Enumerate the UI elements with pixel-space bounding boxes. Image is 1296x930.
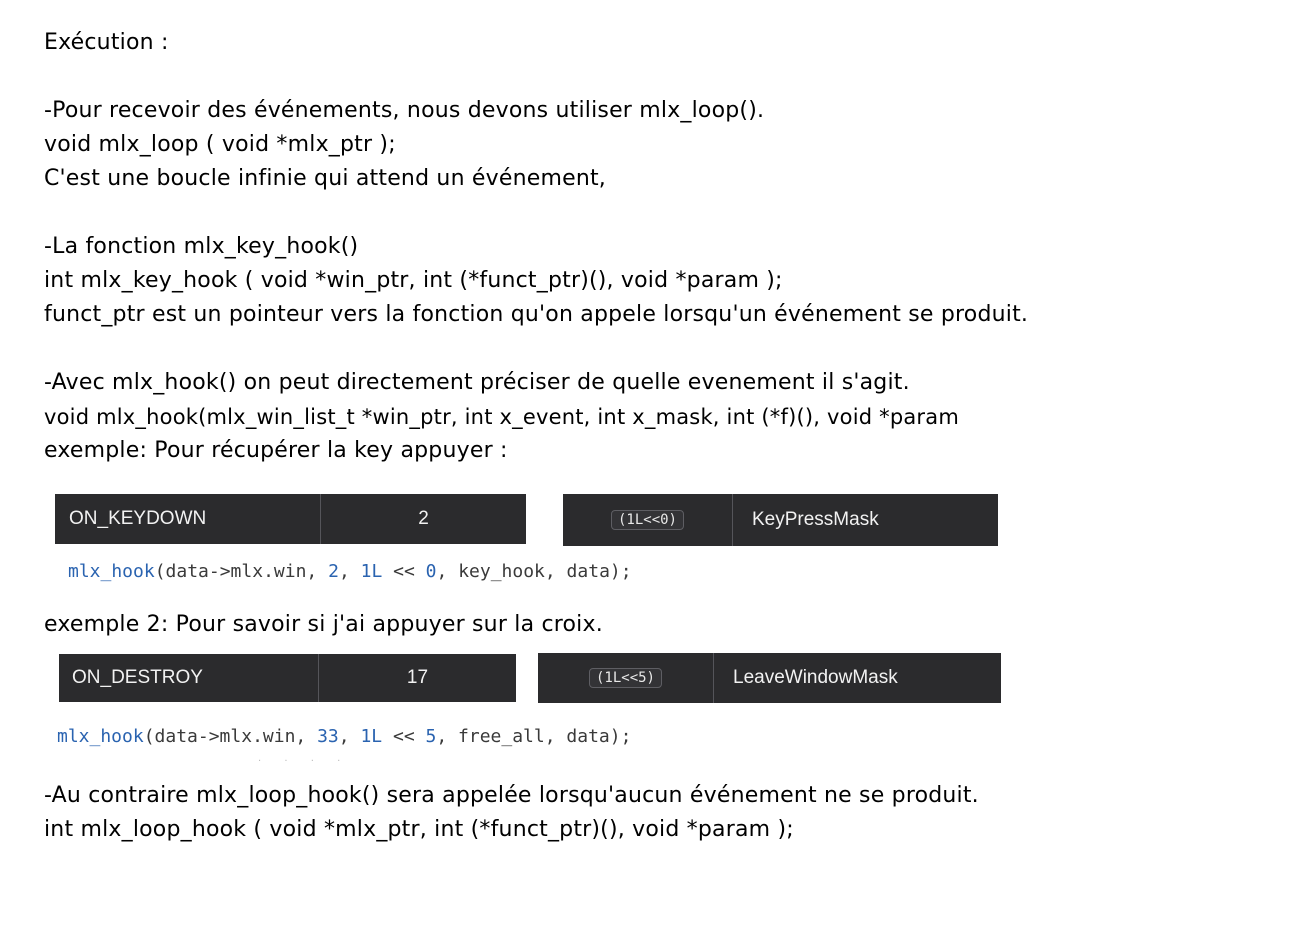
code-number: 33 (317, 726, 339, 747)
cropped-dots: · · · · (258, 756, 351, 767)
code-number: 1L (360, 561, 383, 582)
mask-value-badge: (1L<<5) (588, 668, 662, 688)
code-text: , (338, 561, 361, 582)
code-text: (data->mlx.win, (143, 726, 318, 747)
text-line: -La fonction mlx_key_hook() (44, 234, 359, 259)
example-heading: exemple 2: Pour savoir si j'ai appuyer s… (44, 612, 603, 637)
code-text: << (382, 726, 426, 747)
event-name-cell: ON_KEYDOWN (55, 494, 321, 544)
event-code-cell: 17 (406, 667, 429, 688)
code-text: , (338, 726, 361, 747)
code-text: << (382, 561, 426, 582)
text-line: funct_ptr est un pointeur vers la foncti… (44, 302, 1029, 327)
mask-name-cell: LeaveWindowMask (733, 667, 898, 688)
text-line: int mlx_key_hook ( void *win_ptr, int (*… (44, 268, 783, 293)
code-number: 1L (360, 726, 383, 747)
code-function: mlx_hook (68, 561, 155, 582)
mask-value-badge: (1L<<0) (610, 510, 684, 530)
text-line: -Avec mlx_hook() on peut directement pré… (44, 370, 910, 395)
mask-name-cell: KeyPressMask (752, 509, 879, 530)
code-number: 2 (328, 561, 339, 582)
page-title: Exécution : (44, 30, 169, 55)
text-line: -Au contraire mlx_loop_hook() sera appel… (44, 783, 979, 808)
code-function: mlx_hook (57, 726, 144, 747)
event-code-cell: 2 (418, 508, 429, 529)
event-name-cell: ON_DESTROY (59, 654, 319, 702)
code-text: (data->mlx.win, (154, 561, 329, 582)
code-number: 0 (425, 561, 437, 582)
text-line: int mlx_loop_hook ( void *mlx_ptr, int (… (44, 817, 794, 842)
code-line-destroy: mlx_hook(data->mlx.win, 33, 1L << 5, fre… (57, 726, 631, 747)
text-line: exemple: Pour récupérer la key appuyer : (44, 438, 508, 463)
mask-value-cell: (1L<<5) (538, 653, 714, 703)
code-text: , key_hook, data); (436, 561, 632, 582)
mask-table-keypress: (1L<<0) KeyPressMask (563, 494, 998, 546)
text-line: C'est une boucle infinie qui attend un é… (44, 166, 607, 191)
code-line-keyhook: mlx_hook(data->mlx.win, 2, 1L << 0, key_… (68, 561, 632, 582)
code-text: , free_all, data); (436, 726, 632, 747)
text-line: -Pour recevoir des événements, nous devo… (44, 98, 765, 123)
text-line: void mlx_hook(mlx_win_list_t *win_ptr, i… (44, 405, 959, 429)
event-table-destroy: ON_DESTROY 17 (59, 654, 516, 702)
code-number: 5 (425, 726, 437, 747)
mask-table-leavewindow: (1L<<5) LeaveWindowMask (538, 653, 1001, 703)
mask-value-cell: (1L<<0) (563, 494, 733, 546)
text-line: void mlx_loop ( void *mlx_ptr ); (44, 132, 396, 157)
event-table-keydown: ON_KEYDOWN 2 (55, 494, 526, 544)
